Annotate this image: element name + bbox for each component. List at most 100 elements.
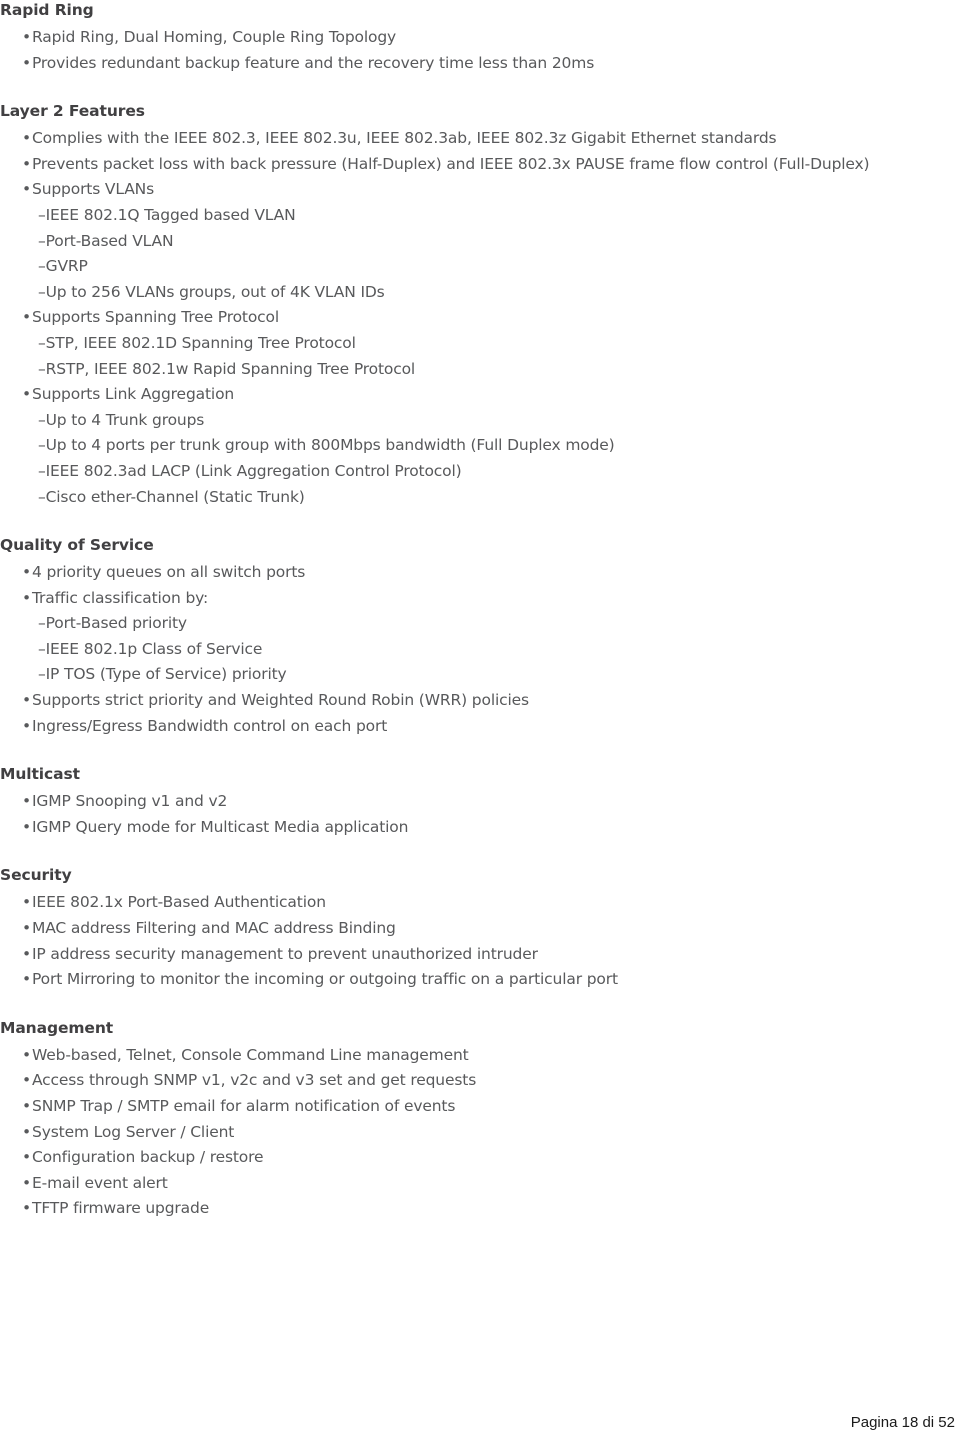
subitem: –IEEE 802.1Q Tagged based VLAN xyxy=(38,205,296,224)
bullet-item: • Access through SNMP v1, v2c and v3 set … xyxy=(0,1068,960,1094)
bullet-item: • Complies with the IEEE 802.3, IEEE 802.… xyxy=(0,126,960,152)
doc-section: Quality of Service • 4 priority queues on … xyxy=(0,535,960,739)
bullet-dot-icon: • xyxy=(22,1122,31,1141)
bullet-text: Supports Link Aggregation xyxy=(32,385,235,404)
bullet-dot-icon: • xyxy=(22,792,31,811)
bullet-text: IEEE 802.1x Port-Based Authentication xyxy=(32,893,326,912)
bullet-item: • Traffic classification by: xyxy=(0,586,960,612)
bullet-dot-icon: • xyxy=(22,1045,31,1064)
bullet-dot-icon: • xyxy=(22,1071,31,1090)
section-heading: Multicast xyxy=(0,765,80,784)
bullet-item: • System Log Server / Client xyxy=(0,1120,960,1146)
bullet-item: • MAC address Filtering and MAC address B… xyxy=(0,916,960,942)
bullet-dot-icon: • xyxy=(22,716,31,735)
bullet-dot-icon: • xyxy=(22,893,31,912)
bullet-dot-icon: • xyxy=(22,563,31,582)
bullet-item: • TFTP firmware upgrade xyxy=(0,1196,960,1222)
bullet-text: Traffic classification by: xyxy=(32,588,209,607)
bullet-dot-icon: • xyxy=(22,180,31,199)
bullet-text: IGMP Snooping v1 and v2 xyxy=(32,792,228,811)
bullet-item: • Prevents packet loss with back pressure… xyxy=(0,152,960,178)
section-heading: Layer 2 Features xyxy=(0,102,145,121)
bullet-item: • SNMP Trap / SMTP email for alarm notifi… xyxy=(0,1094,960,1120)
bullet-item: • Supports strict priority and Weighted R… xyxy=(0,688,960,714)
subitem: –Cisco ether-Channel (Static Trunk) xyxy=(38,487,305,506)
bullet-text: Supports Spanning Tree Protocol xyxy=(32,308,280,327)
bullet-text: Rapid Ring, Dual Homing, Couple Ring Top… xyxy=(32,28,397,46)
bullet-item: • Provides redundant backup feature and t… xyxy=(0,51,960,77)
bullet-dot-icon: • xyxy=(22,385,31,404)
bullet-item: • 4 priority queues on all switch ports xyxy=(0,560,960,586)
bullet-text: TFTP firmware upgrade xyxy=(32,1199,210,1218)
subitem-list: –Port-Based priority –IEEE 802.1p Class o… xyxy=(0,611,960,688)
bullet-item: • Supports VLANs xyxy=(0,177,960,203)
bullet-item: • E-mail event alert xyxy=(0,1171,960,1197)
bullet-item: • IP address security management to preve… xyxy=(0,942,960,968)
subitem: –IP TOS (Type of Service) priority xyxy=(38,665,287,684)
subitem: –STP, IEEE 802.1D Spanning Tree Protocol xyxy=(38,333,356,352)
subitem: –Up to 256 VLANs groups, out of 4K VLAN … xyxy=(38,282,385,301)
bullet-list: • IEEE 802.1x Port-Based Authentication • M… xyxy=(0,890,960,992)
bullet-list: • IGMP Snooping v1 and v2 • IGMP Query mode… xyxy=(0,789,960,840)
bullet-item: • IGMP Query mode for Multicast Media app… xyxy=(0,815,960,841)
section-heading: Quality of Service xyxy=(0,536,154,555)
bullet-dot-icon: • xyxy=(22,817,31,836)
subitem: –Up to 4 ports per trunk group with 800M… xyxy=(38,436,615,455)
subitem: –Port-Based priority xyxy=(38,614,187,633)
bullet-item: • Configuration backup / restore xyxy=(0,1145,960,1171)
bullet-item: • Supports Spanning Tree Protocol xyxy=(0,305,960,331)
section-heading: Security xyxy=(0,866,72,885)
bullet-text: Provides redundant backup feature and th… xyxy=(32,53,595,72)
subitem: –GVRP xyxy=(38,257,88,276)
bullet-text: System Log Server / Client xyxy=(32,1122,235,1141)
section-heading: Rapid Ring xyxy=(0,1,94,19)
doc-section: Security • IEEE 802.1x Port-Based Authenti… xyxy=(0,865,960,992)
bullet-dot-icon: • xyxy=(22,691,31,710)
page-footer: Pagina 18 di 52 xyxy=(455,1414,955,1432)
subitem-list: –Up to 4 Trunk groups –Up to 4 ports per … xyxy=(0,408,960,510)
document-page: Rapid Ring • Rapid Ring, Dual Homing, Coup… xyxy=(0,0,960,1440)
subitem-list: –STP, IEEE 802.1D Spanning Tree Protocol… xyxy=(0,331,960,382)
bullet-dot-icon: • xyxy=(22,944,31,963)
bullet-item: • Ingress/Egress Bandwidth control on eac… xyxy=(0,714,960,740)
subitem-list: –IEEE 802.1Q Tagged based VLAN –Port-Base… xyxy=(0,203,960,305)
bullet-dot-icon: • xyxy=(22,53,31,72)
bullet-list: • Web-based, Telnet, Console Command Line… xyxy=(0,1043,960,1222)
page-number-label: Pagina 18 di 52 xyxy=(850,1414,955,1431)
bullet-dot-icon: • xyxy=(22,1097,31,1115)
bullet-text: SNMP Trap / SMTP email for alarm notific… xyxy=(32,1097,456,1115)
bullet-dot-icon: • xyxy=(22,919,31,938)
bullet-dot-icon: • xyxy=(22,154,31,173)
bullet-dot-icon: • xyxy=(22,588,31,607)
bullet-dot-icon: • xyxy=(22,308,31,327)
subitem: –RSTP, IEEE 802.1w Rapid Spanning Tree P… xyxy=(38,359,416,378)
doc-section: Layer 2 Features • Complies with the IEEE … xyxy=(0,101,960,510)
bullet-item: • Port Mirroring to monitor the incoming … xyxy=(0,967,960,993)
bullet-text: Access through SNMP v1, v2c and v3 set a… xyxy=(32,1071,477,1090)
subitem: –Up to 4 Trunk groups xyxy=(38,410,205,429)
bullet-list: • Rapid Ring, Dual Homing, Couple Ring To… xyxy=(0,25,960,76)
bullet-item: • Rapid Ring, Dual Homing, Couple Ring To… xyxy=(0,25,960,51)
doc-section: Multicast • IGMP Snooping v1 and v2 • IGMP Q… xyxy=(0,764,960,840)
section-heading: Management xyxy=(0,1018,114,1037)
bullet-text: Supports VLANs xyxy=(32,180,155,199)
doc-section: Management • Web-based, Telnet, Console Co… xyxy=(0,1018,960,1222)
bullet-dot-icon: • xyxy=(22,129,31,148)
bullet-list: • 4 priority queues on all switch ports • T… xyxy=(0,560,960,739)
bullet-text: Port Mirroring to monitor the incoming o… xyxy=(32,970,618,989)
bullet-text: Web-based, Telnet, Console Command Line … xyxy=(32,1045,469,1064)
subitem: –Port-Based VLAN xyxy=(38,231,174,250)
bullet-text: Complies with the IEEE 802.3, IEEE 802.3… xyxy=(32,129,777,148)
bullet-text: Configuration backup / restore xyxy=(32,1148,264,1167)
bullet-dot-icon: • xyxy=(22,1199,31,1218)
bullet-item: • IGMP Snooping v1 and v2 xyxy=(0,789,960,815)
document-content: Rapid Ring • Rapid Ring, Dual Homing, Coup… xyxy=(0,0,960,1222)
bullet-text: 4 priority queues on all switch ports xyxy=(32,563,306,582)
doc-section: Rapid Ring • Rapid Ring, Dual Homing, Coup… xyxy=(0,0,960,76)
bullet-text: MAC address Filtering and MAC address Bi… xyxy=(32,919,396,938)
bullet-item: • Supports Link Aggregation xyxy=(0,382,960,408)
bullet-text: IP address security management to preven… xyxy=(32,944,538,963)
bullet-text: Prevents packet loss with back pressure … xyxy=(32,154,870,173)
bullet-text: IGMP Query mode for Multicast Media appl… xyxy=(32,817,409,836)
subitem: –IEEE 802.1p Class of Service xyxy=(38,639,263,658)
